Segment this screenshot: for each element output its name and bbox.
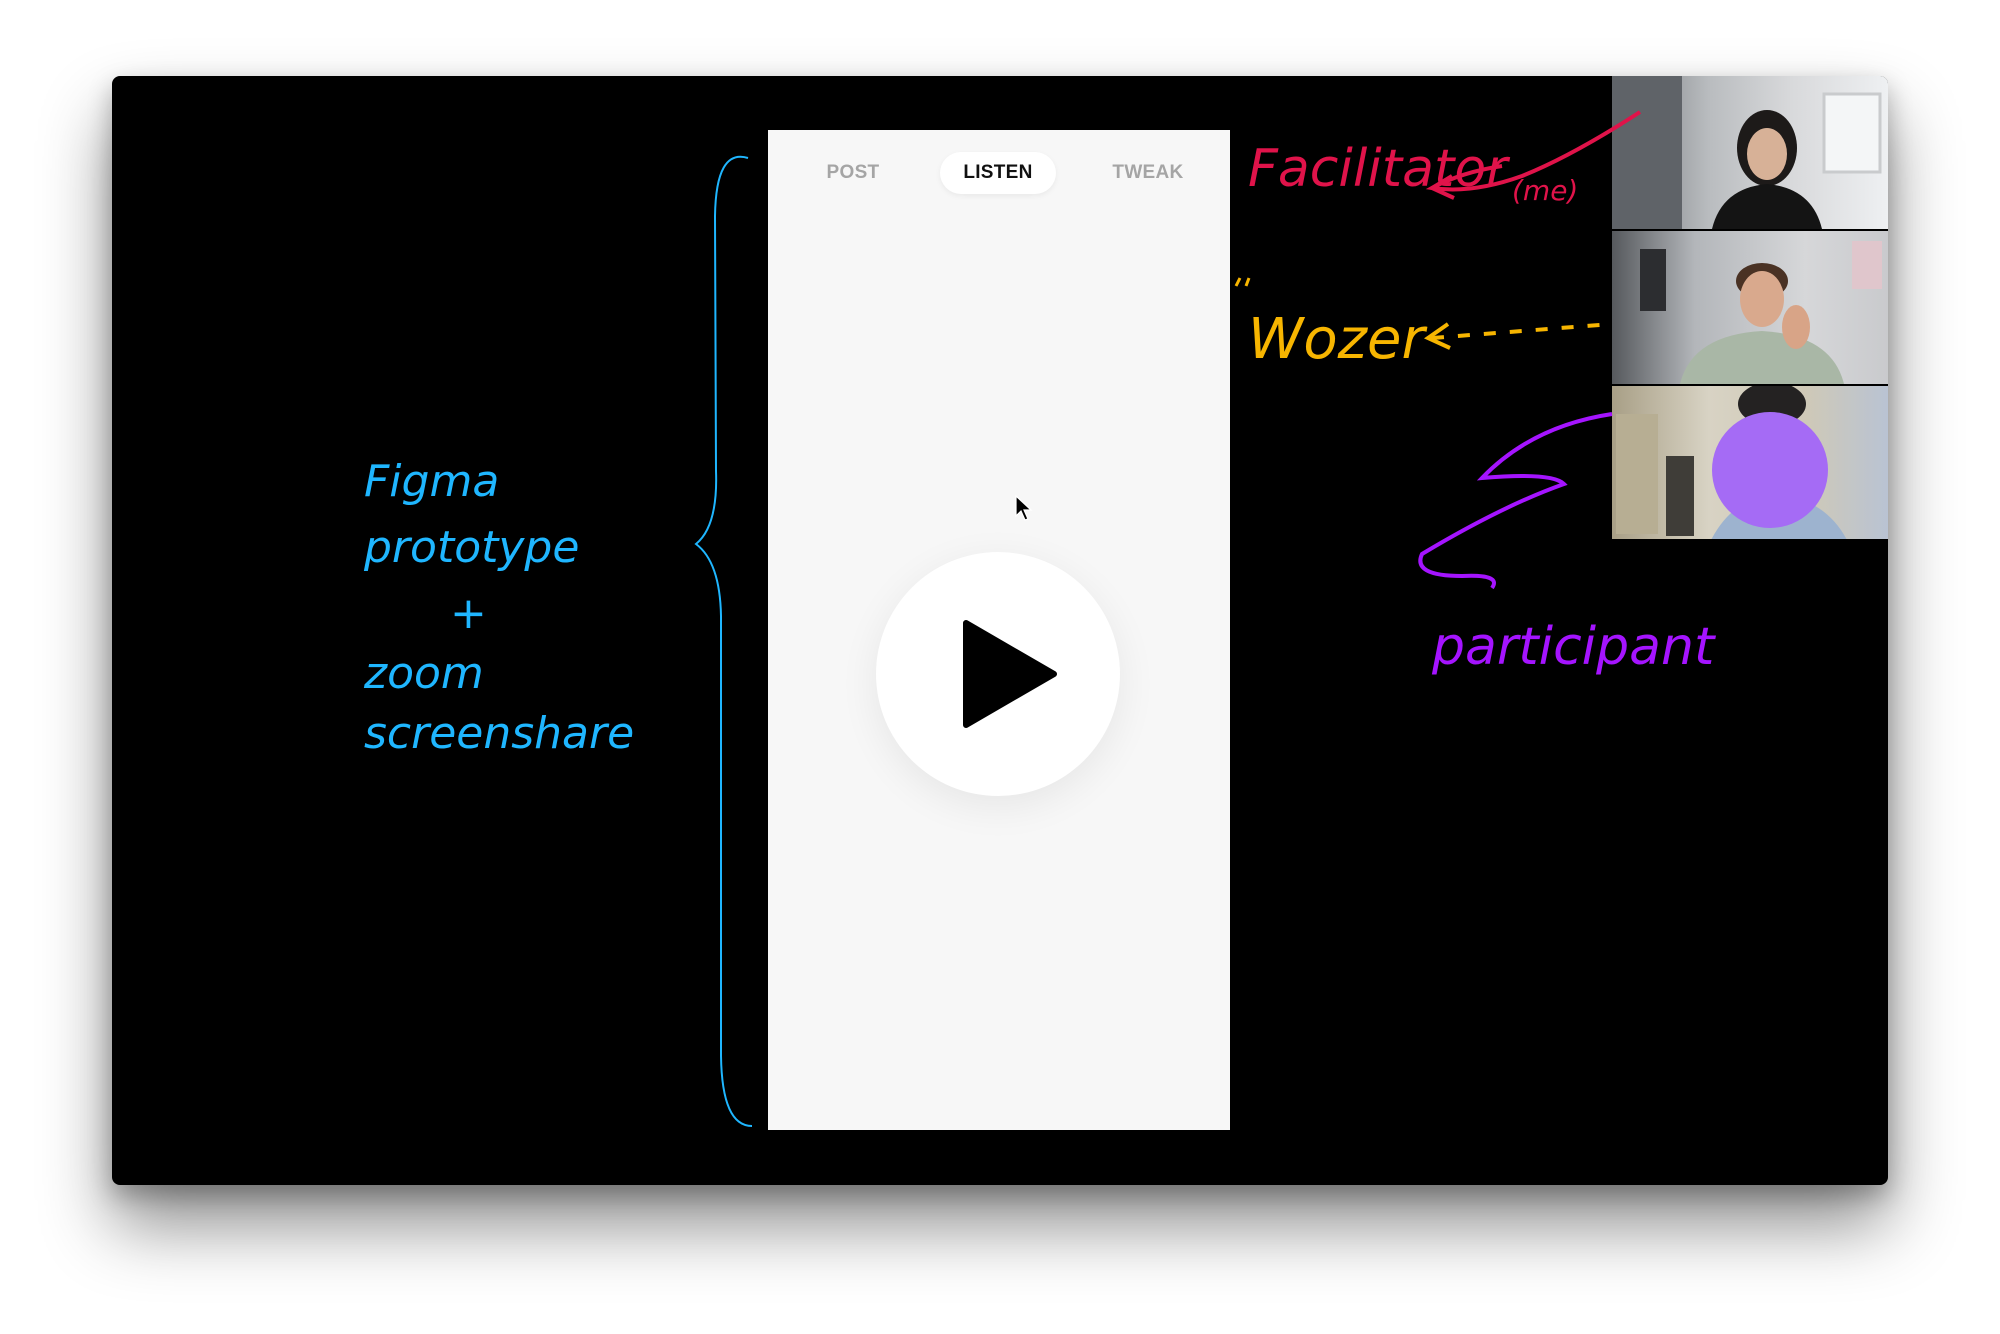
video-tile-facilitator[interactable] bbox=[1612, 76, 1888, 229]
video-tile-participant[interactable] bbox=[1612, 386, 1888, 539]
play-icon bbox=[963, 620, 1057, 728]
tab-post[interactable]: POST bbox=[808, 152, 898, 194]
video-gallery bbox=[1612, 76, 1888, 542]
participant-arrow bbox=[1418, 412, 1613, 590]
participant-video-image bbox=[1616, 386, 1847, 539]
wozer-arrowhead bbox=[1423, 322, 1451, 350]
curly-brace bbox=[694, 155, 753, 1127]
note-plus: + bbox=[450, 588, 487, 639]
facilitator-label: Facilitator bbox=[1248, 139, 1511, 199]
note-figma: Figma bbox=[364, 456, 499, 507]
facilitator-arrow bbox=[1425, 110, 1642, 192]
participant-avatar-mask bbox=[1712, 412, 1828, 528]
note-zoom: zoom bbox=[363, 648, 484, 699]
note-prototype: prototype bbox=[363, 522, 579, 573]
play-button[interactable] bbox=[876, 552, 1120, 796]
facilitator-arrowhead bbox=[1427, 174, 1455, 200]
wozer-dashed-arrow bbox=[1431, 322, 1613, 340]
video-tile-wozer[interactable] bbox=[1612, 231, 1888, 384]
zoom-window: POST LISTEN TWEAK Figma prototype + zoom… bbox=[112, 76, 1888, 1185]
wozer-quote-marks bbox=[1234, 277, 1251, 287]
tab-tweak[interactable]: TWEAK bbox=[1098, 152, 1198, 194]
prototype-tab-bar: POST LISTEN TWEAK bbox=[768, 152, 1230, 194]
note-screenshare: screenshare bbox=[364, 708, 634, 759]
facilitator-me-label: (me) bbox=[1512, 174, 1578, 207]
figma-prototype-screen: POST LISTEN TWEAK bbox=[768, 130, 1230, 1130]
participant-label: participant bbox=[1431, 617, 1716, 677]
wozer-label: Wozer bbox=[1248, 307, 1427, 372]
wozer-video-image bbox=[1640, 241, 1882, 384]
facilitator-video-image bbox=[1612, 76, 1882, 229]
tab-listen[interactable]: LISTEN bbox=[940, 152, 1056, 194]
cursor-arrow-icon bbox=[1015, 494, 1033, 521]
